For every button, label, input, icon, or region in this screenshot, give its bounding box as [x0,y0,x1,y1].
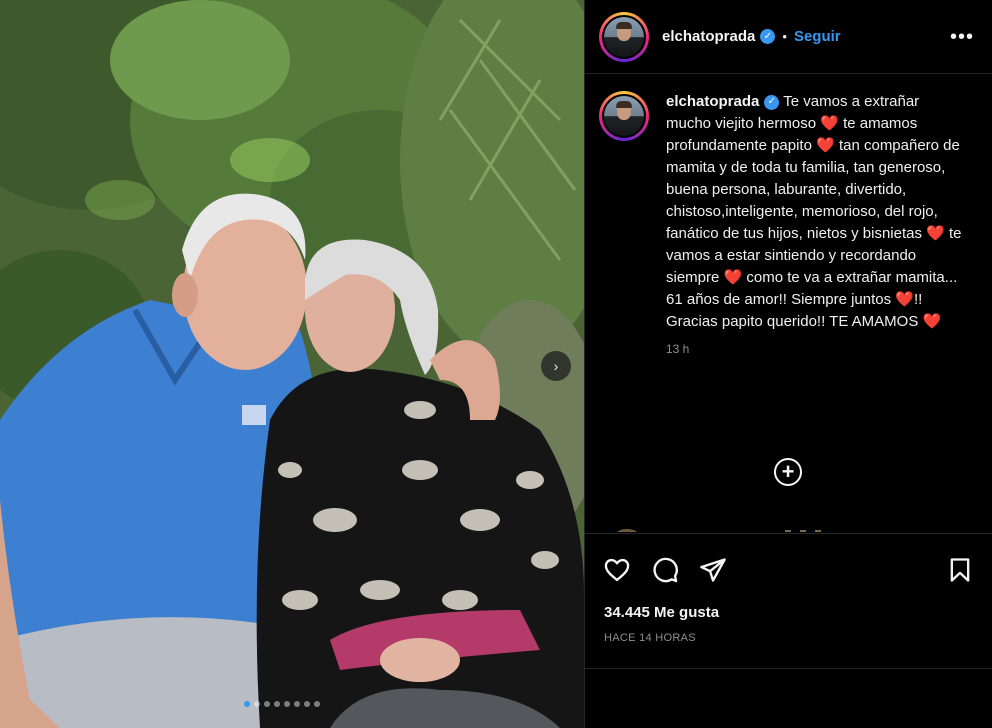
verified-icon: ✓ [764,94,780,110]
verified-icon: ✓ [760,29,776,44]
caption-block: elchatoprada ✓ Te vamos a extrañar mucho … [585,75,992,356]
carousel-dot [294,701,300,707]
plus-circle-icon[interactable]: + [774,458,802,486]
caption-text: elchatoprada ✓ Te vamos a extrañar mucho … [666,91,966,333]
share-icon[interactable] [699,556,727,584]
caption-timestamp[interactable]: 13 h [666,342,966,356]
avatar-photo [604,16,644,57]
photo-illustration [0,0,584,728]
chevron-right-icon: › [553,358,559,374]
username-link[interactable]: elchatoprada [662,28,755,45]
carousel-dot [244,701,250,707]
separator-dot: • [782,29,787,44]
carousel-dot [274,701,280,707]
avatar-photo [604,96,644,136]
more-dots-icon[interactable]: ••• [950,27,974,47]
carousel-indicator [244,701,320,707]
post-header: elchatoprada ✓ • Seguir ••• [585,0,992,74]
post-timestamp[interactable]: HACE 14 HORAS [585,621,992,644]
carousel-dot [284,701,290,707]
comments-section[interactable]: elchatoprada ✓ Te vamos a extrañar mucho … [585,75,992,532]
next-photo-button[interactable]: › [541,351,571,381]
carousel-dot [304,701,310,707]
bookmark-icon[interactable] [946,556,974,584]
carousel-dot [254,701,260,707]
post-side-panel: elchatoprada ✓ • Seguir ••• elchatoprada… [584,0,992,728]
post-photo[interactable]: › [0,0,584,728]
caption-username[interactable]: elchatoprada [666,93,759,110]
caption-avatar[interactable] [599,91,649,141]
avatar[interactable] [599,11,649,62]
likes-count[interactable]: 34.445 Me gusta [585,590,992,621]
next-comment-peek [617,529,821,532]
comment-icon[interactable] [651,556,679,584]
load-more-comments: + [781,459,795,484]
heart-icon[interactable] [603,556,631,584]
post-actions: 34.445 Me gusta HACE 14 HORAS [585,533,992,644]
follow-button[interactable]: Seguir [794,28,841,45]
caption-content: Te vamos a extrañar mucho viejito hermos… [666,93,962,330]
add-comment-area[interactable] [585,668,992,728]
carousel-dot [264,701,270,707]
carousel-dot [314,701,320,707]
